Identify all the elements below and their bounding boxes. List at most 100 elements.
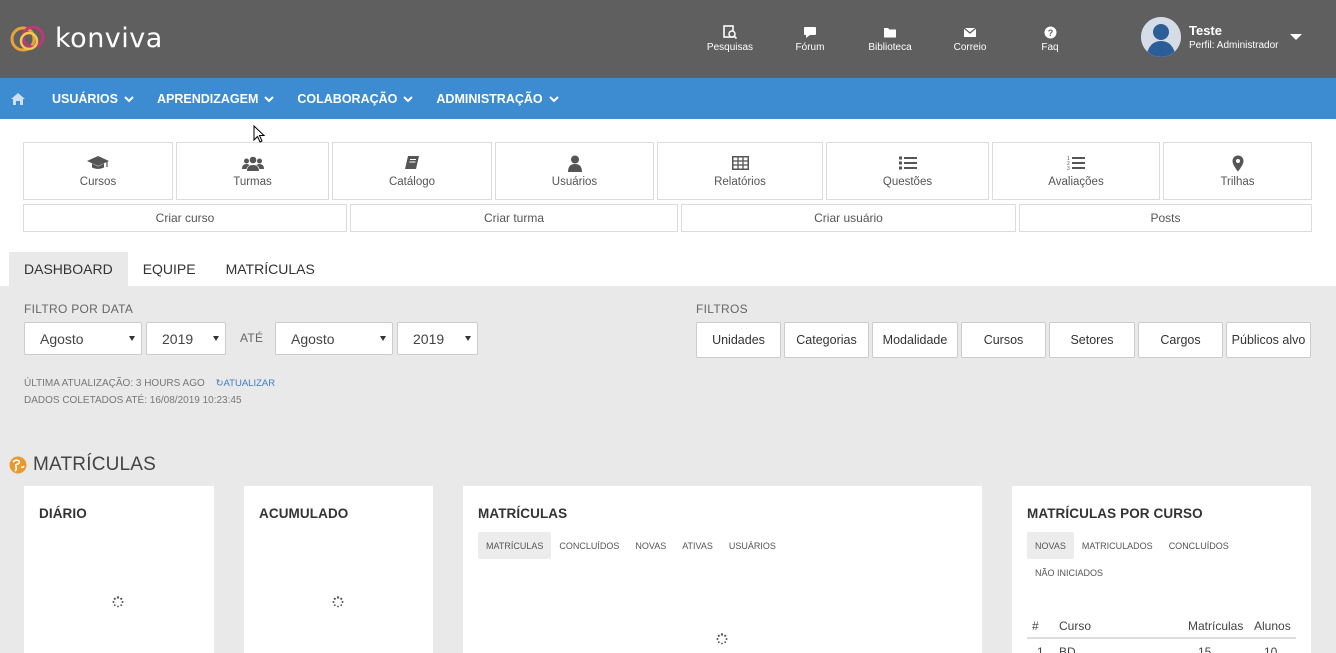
select-arrow-icon: [380, 336, 386, 341]
ctab-nao-iniciados[interactable]: NÃO INICIADOS: [1027, 559, 1111, 586]
chevron-down-icon: [264, 92, 275, 106]
user-menu[interactable]: Teste Perfil: Administrador: [1141, 17, 1303, 57]
filter-cargos-button[interactable]: Cargos: [1138, 322, 1223, 358]
correio-shortcut[interactable]: Correio: [930, 24, 1010, 53]
mail-icon: [963, 24, 977, 40]
card-por-curso-title: MATRÍCULAS POR CURSO: [1027, 506, 1203, 521]
chat-icon: [803, 24, 817, 40]
tab-equipe[interactable]: EQUIPE: [128, 252, 211, 286]
criar-curso-button[interactable]: Criar curso: [23, 204, 347, 232]
user-name: Teste: [1189, 23, 1222, 38]
forum-shortcut[interactable]: Fórum: [770, 24, 850, 53]
filter-modalidade-button[interactable]: Modalidade: [872, 322, 958, 358]
tile-trilhas[interactable]: Trilhas: [1163, 142, 1312, 200]
ctab-matriculados[interactable]: MATRICULADOS: [1074, 532, 1161, 559]
ctab-novas[interactable]: NOVAS: [627, 532, 674, 559]
tile-catalogo[interactable]: Catálogo: [332, 142, 492, 200]
to-month-select[interactable]: Agosto: [275, 322, 393, 355]
card-diario: DIÁRIO: [24, 486, 214, 653]
tile-usuarios[interactable]: Usuários: [495, 142, 654, 200]
faq-shortcut[interactable]: ? Faq: [1010, 24, 1090, 53]
ctab-concluidos[interactable]: CONCLUÍDOS: [551, 532, 627, 559]
to-month-value: Agosto: [291, 330, 335, 347]
svg-text:3: 3: [1067, 166, 1070, 171]
tile-avaliacoes[interactable]: 123 Avaliações: [992, 142, 1160, 200]
nav-aprendizagem[interactable]: APRENDIZAGEM: [157, 92, 275, 106]
tile-catalogo-label: Catálogo: [388, 176, 436, 188]
home-icon[interactable]: [1, 92, 35, 106]
nav-administracao-label: ADMINISTRAÇÃO: [436, 91, 543, 106]
card-matriculas-por-curso: MATRÍCULAS POR CURSO NOVAS MATRICULADOS …: [1012, 486, 1311, 653]
filter-unidades-button[interactable]: Unidades: [696, 322, 781, 358]
from-month-select[interactable]: Agosto: [24, 322, 142, 355]
user-icon: [567, 154, 582, 172]
date-filter-title: FILTRO POR DATA: [24, 302, 134, 316]
tile-trilhas-label: Trilhas: [1220, 176, 1255, 188]
to-year-select[interactable]: 2019: [397, 322, 478, 355]
filter-setores-button[interactable]: Setores: [1049, 322, 1135, 358]
row-curso: BD: [1059, 644, 1076, 653]
table-row[interactable]: 1 BD 15 10: [1027, 639, 1296, 653]
refresh-link[interactable]: ↻ATUALIZAR: [216, 378, 276, 389]
table-icon: [731, 154, 749, 172]
mouse-cursor-icon: [253, 125, 265, 143]
collected-until-text: DADOS COLETADOS ATÉ: 16/08/2019 10:23:45: [24, 395, 242, 406]
chevron-down-icon: [124, 92, 134, 106]
nav-usuarios[interactable]: USUÁRIOS: [52, 92, 134, 106]
ctab-concluidos[interactable]: CONCLUÍDOS: [1161, 532, 1237, 559]
nav-colaboracao-label: COLABORAÇÃO: [297, 91, 398, 106]
nav-colaboracao[interactable]: COLABORAÇÃO: [297, 91, 414, 106]
row-matriculas: 15: [1198, 644, 1212, 653]
tab-dashboard[interactable]: DASHBOARD: [9, 252, 128, 286]
section-title: MATRÍCULAS: [33, 454, 157, 475]
select-arrow-icon: [213, 336, 219, 341]
ctab-usuarios[interactable]: USUÁRIOS: [721, 532, 784, 559]
map-marker-icon: [1232, 154, 1244, 172]
users-icon: [241, 154, 264, 172]
chevron-down-icon: [403, 92, 414, 106]
from-year-select[interactable]: 2019: [146, 322, 226, 355]
col-number: #: [1032, 618, 1039, 633]
col-alunos: Alunos: [1254, 618, 1291, 633]
caret-down-icon[interactable]: [1290, 34, 1303, 40]
dashboard-tabs: DASHBOARD EQUIPE MATRÍCULAS: [9, 252, 330, 286]
filters-title: FILTROS: [696, 302, 748, 316]
filter-categorias-button[interactable]: Categorias: [784, 322, 869, 358]
graduation-cap-icon: [86, 154, 110, 172]
ctab-novas[interactable]: NOVAS: [1027, 532, 1074, 559]
nav-usuarios-label: USUÁRIOS: [52, 91, 118, 106]
tile-cursos-label: Cursos: [79, 176, 117, 188]
tab-matriculas[interactable]: MATRÍCULAS: [211, 252, 330, 286]
ordered-list-icon: 123: [1067, 154, 1085, 172]
criar-usuario-button[interactable]: Criar usuário: [681, 204, 1016, 232]
ctab-matriculas[interactable]: MATRÍCULAS: [478, 532, 552, 559]
nav-administracao[interactable]: ADMINISTRAÇÃO: [436, 91, 559, 106]
loading-spinner-icon: [332, 596, 344, 608]
card-acumulado: ACUMULADO: [244, 486, 433, 653]
row-alunos: 10: [1264, 644, 1278, 653]
card-matriculas: MATRÍCULAS MATRÍCULAS CONCLUÍDOS NOVAS A…: [463, 486, 982, 653]
tile-questoes[interactable]: Questões: [826, 142, 989, 200]
svg-text:?: ?: [1047, 28, 1053, 38]
tile-questoes-label: Questões: [882, 176, 933, 188]
row-number: 1: [1037, 644, 1044, 653]
posts-button[interactable]: Posts: [1019, 204, 1312, 232]
tile-turmas[interactable]: Turmas: [176, 142, 329, 200]
tile-avaliacoes-label: Avaliações: [1048, 176, 1104, 188]
filter-cursos-button[interactable]: Cursos: [961, 322, 1046, 358]
criar-turma-button[interactable]: Criar turma: [350, 204, 678, 232]
biblioteca-label: Biblioteca: [868, 42, 912, 53]
folder-icon: [883, 24, 897, 40]
filter-publicos-alvo-button[interactable]: Públicos alvo: [1226, 322, 1311, 358]
konviva-logo-mark: [10, 25, 45, 52]
pesquisas-shortcut[interactable]: Pesquisas: [690, 24, 770, 53]
konviva-logo[interactable]: konviva: [9, 20, 163, 56]
select-arrow-icon: [129, 336, 135, 341]
tile-cursos[interactable]: Cursos: [23, 142, 173, 200]
ctab-ativas[interactable]: ATIVAS: [674, 532, 721, 559]
card-matriculas-tabs: MATRÍCULAS CONCLUÍDOS NOVAS ATIVAS USUÁR…: [478, 532, 784, 559]
tile-relatorios[interactable]: Relatórios: [657, 142, 823, 200]
globe-icon: [9, 456, 27, 474]
biblioteca-shortcut[interactable]: Biblioteca: [850, 24, 930, 53]
section-matriculas: MATRÍCULAS: [9, 454, 156, 476]
